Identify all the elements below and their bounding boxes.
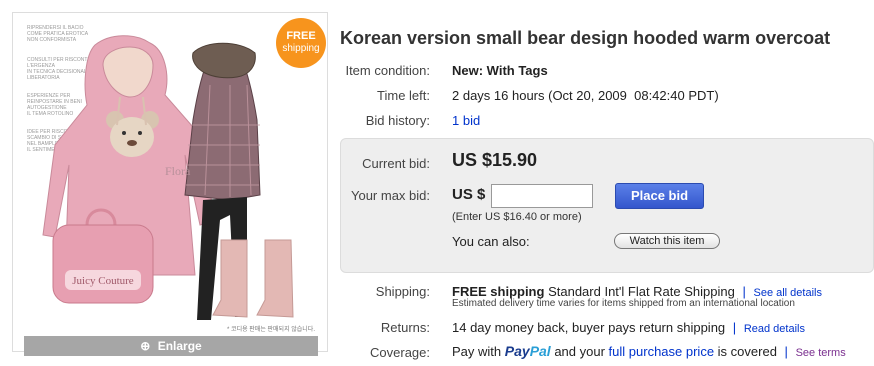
item-title: Korean version small bear design hooded … xyxy=(340,28,831,48)
watch-item-button[interactable]: Watch this item xyxy=(614,233,720,249)
item-condition-label: Item condition: xyxy=(345,63,430,78)
full-purchase-price-link[interactable]: full purchase price xyxy=(609,344,715,359)
current-bid-value: US $15.90 xyxy=(452,150,538,170)
bid-history-link[interactable]: 1 bid xyxy=(452,113,480,128)
bid-history-label: Bid history: xyxy=(365,113,430,128)
is-covered-text: is covered xyxy=(717,344,777,359)
returns-text: 14 day money back, buyer pays return shi… xyxy=(452,320,726,335)
separator: | xyxy=(732,320,737,335)
bid-hint: (Enter US $16.40 or more) xyxy=(452,211,582,223)
shipping-subtext: Estimated delivery time varies for items… xyxy=(452,298,795,309)
item-image-panel: RIPRENDERSI IL BACIO COME PRATICA EROTICA… xyxy=(12,12,328,356)
time-left-value: 2 days 16 hours (Oct 20, 2009 08:42:40 P… xyxy=(452,88,719,103)
read-details-link[interactable]: Read details xyxy=(744,323,805,335)
brand-watermark: Flora xyxy=(165,164,191,178)
see-terms-link[interactable]: See terms xyxy=(796,347,846,359)
coverage-value: Pay with PayPal and your full purchase p… xyxy=(452,343,846,359)
watermark-line: NON CONFORMISTA xyxy=(27,37,77,43)
separator: | xyxy=(742,284,746,299)
place-bid-button[interactable]: Place bid xyxy=(615,183,704,209)
image-footnote: * 코디용 판매는 판매되지 않습니다. xyxy=(227,325,315,333)
enlarge-label: Enlarge xyxy=(157,339,202,353)
badge-line1: FREE xyxy=(286,30,316,42)
separator: | xyxy=(784,344,788,359)
bag-brand-text: Juicy Couture xyxy=(72,275,134,287)
free-shipping-text: FREE shipping xyxy=(452,284,545,299)
watermark-line: LIBERATORIA xyxy=(27,75,60,81)
shipping-method: Standard Int'l Flat Rate Shipping xyxy=(548,284,735,299)
time-left-label: Time left: xyxy=(377,88,430,103)
item-photo[interactable]: RIPRENDERSI IL BACIO COME PRATICA EROTICA… xyxy=(25,25,317,333)
max-bid-label: Your max bid: xyxy=(350,188,430,203)
shipping-label: Shipping: xyxy=(375,284,430,299)
shipping-value: FREE shipping Standard Int'l Flat Rate S… xyxy=(452,284,822,299)
returns-value: 14 day money back, buyer pays return shi… xyxy=(452,320,805,335)
paypal-logo: PayPal xyxy=(504,343,551,359)
badge-line2: shipping xyxy=(282,43,320,54)
magnifier-plus-icon: ⊕ xyxy=(140,339,151,353)
current-bid-label: Current bid: xyxy=(362,156,430,171)
max-bid-input[interactable] xyxy=(491,184,593,208)
item-photo-illustration: RIPRENDERSI IL BACIOCOME PRATICA EROTICA… xyxy=(27,25,315,333)
pay-with-text: Pay with xyxy=(452,344,502,359)
you-can-also-label: You can also: xyxy=(452,234,530,249)
item-condition-value: New: With Tags xyxy=(452,63,548,78)
free-shipping-badge: FREE shipping xyxy=(276,18,326,68)
currency-prefix: US $ xyxy=(452,186,486,203)
returns-label: Returns: xyxy=(380,320,430,335)
coverage-label: Coverage: xyxy=(370,345,430,360)
watermark-line: IL TEMA ROTOLINO xyxy=(27,111,73,117)
and-your-text: and your xyxy=(554,344,605,359)
enlarge-button[interactable]: ⊕ Enlarge xyxy=(24,336,318,356)
